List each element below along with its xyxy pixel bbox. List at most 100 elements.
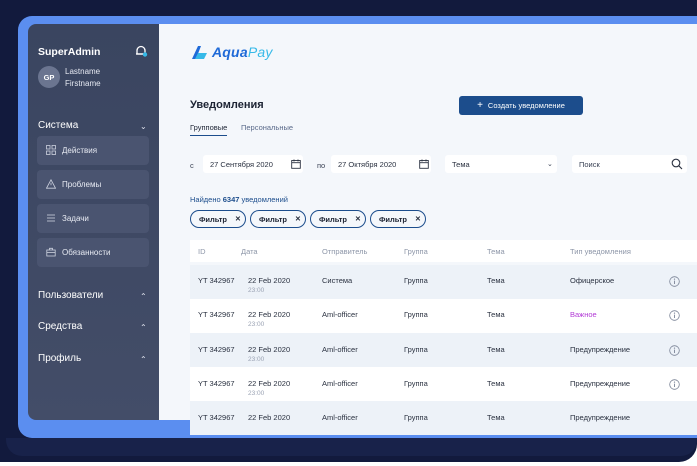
grid-icon xyxy=(46,145,56,155)
sidebar: SuperAdmin GP Lastname Firstname Система… xyxy=(28,24,159,420)
cell-sender: Aml-officer xyxy=(322,345,358,354)
filter-chip[interactable]: Фильтр ✕ xyxy=(190,210,246,228)
tab-group[interactable]: Групповые xyxy=(190,123,228,136)
filter-chip[interactable]: Фильтр ✕ xyxy=(310,210,366,228)
chevron-up-icon[interactable]: ⌃ xyxy=(140,292,147,301)
cell-topic: Тема xyxy=(487,413,505,422)
filter-chip[interactable]: Фильтр ✕ xyxy=(250,210,306,228)
date-to-label: по xyxy=(317,161,326,170)
cell-id: YT 342967 xyxy=(198,310,235,319)
cell-date: 22 Feb 2020 xyxy=(248,413,291,422)
chevron-up-icon[interactable]: ⌃ xyxy=(140,355,147,364)
list-icon xyxy=(47,214,55,222)
sidebar-item-tasks[interactable]: Задачи xyxy=(37,204,149,233)
cell-topic: Тема xyxy=(487,276,505,285)
cell-topic: Тема xyxy=(487,310,505,319)
sidebar-section-system[interactable]: Система xyxy=(38,120,78,131)
cell-type: Предупреждение xyxy=(570,345,631,354)
calendar-icon[interactable] xyxy=(419,159,429,169)
info-icon[interactable] xyxy=(669,310,680,321)
chip-label: Фильтр xyxy=(199,214,227,224)
results-prefix: Найдено xyxy=(190,195,221,204)
cell-type: Важное xyxy=(570,310,597,319)
sidebar-section-users[interactable]: Пользователи xyxy=(38,290,103,301)
column-header-group: Группа xyxy=(404,247,428,256)
cell-time: 23:00 xyxy=(248,356,265,363)
user-firstname: Firstname xyxy=(65,79,101,88)
cell-date: 22 Feb 2020 xyxy=(248,276,291,285)
sidebar-section-funds[interactable]: Средства xyxy=(38,321,82,332)
date-to-input[interactable]: 27 Октября 2020 xyxy=(331,155,431,173)
logo-mark-icon xyxy=(192,45,207,59)
briefcase-icon xyxy=(46,247,56,257)
info-icon[interactable] xyxy=(669,345,680,356)
cell-group: Группа xyxy=(404,345,428,354)
close-icon[interactable]: ✕ xyxy=(235,215,241,223)
cell-date: 22 Feb 2020 xyxy=(248,310,291,319)
page-title: Уведомления xyxy=(190,99,264,111)
results-number: 6347 xyxy=(222,195,240,204)
filter-chip[interactable]: Фильтр ✕ xyxy=(370,210,426,228)
search-input[interactable]: Поиск xyxy=(572,155,687,173)
close-icon[interactable]: ✕ xyxy=(415,215,421,223)
column-header-id: ID xyxy=(198,247,206,256)
info-icon[interactable] xyxy=(669,276,680,287)
brand-logo[interactable]: AquaPay xyxy=(190,42,273,62)
cell-sender: Aml-officer xyxy=(322,379,358,388)
cell-type: Предупреждение xyxy=(570,413,631,422)
chip-label: Фильтр xyxy=(259,214,287,224)
column-header-topic: Тема xyxy=(487,247,505,256)
results-count: Найдено 6347 уведомлений xyxy=(190,195,288,204)
tab-personal[interactable]: Персональные xyxy=(241,123,293,132)
sidebar-item-label: Действия xyxy=(62,146,98,155)
results-suffix: уведомлений xyxy=(241,195,288,204)
chevron-up-icon[interactable]: ⌃ xyxy=(140,323,147,332)
cell-group: Группа xyxy=(404,310,428,319)
sidebar-item-problems[interactable]: Проблемы xyxy=(37,170,149,199)
sidebar-item-label: Обязанности xyxy=(62,248,111,257)
close-icon[interactable]: ✕ xyxy=(295,215,301,223)
sidebar-item-duties[interactable]: Обязанности xyxy=(37,238,149,267)
cell-sender: Система xyxy=(322,276,353,285)
brand-name-pay: Pay xyxy=(247,44,273,60)
chevron-down-icon[interactable]: ⌄ xyxy=(140,122,147,131)
cell-id: YT 342967 xyxy=(198,345,235,354)
cell-sender: Aml-officer xyxy=(322,310,358,319)
info-icon[interactable] xyxy=(669,379,680,390)
sidebar-item-label: Проблемы xyxy=(62,180,102,189)
plus-icon: + xyxy=(477,100,483,111)
chip-label: Фильтр xyxy=(379,214,407,224)
sidebar-item-label: Задачи xyxy=(62,214,89,223)
cell-sender: Aml-officer xyxy=(322,413,358,422)
cell-type: Офицерское xyxy=(570,276,615,285)
brand-name-aqua: Aqua xyxy=(212,44,248,60)
cell-group: Группа xyxy=(404,379,428,388)
cell-group: Группа xyxy=(404,413,428,422)
chevron-down-icon[interactable]: ⌄ xyxy=(547,160,553,168)
create-notification-button[interactable]: + Создать уведомление xyxy=(459,96,583,115)
sidebar-section-profile[interactable]: Профиль xyxy=(38,353,81,364)
main-content: AquaPay Уведомления + Создать уведомлени… xyxy=(159,24,697,435)
cell-time: 23:00 xyxy=(248,390,265,397)
topic-select[interactable]: Тема xyxy=(445,155,557,173)
user-name: Lastname Firstname xyxy=(65,66,101,90)
calendar-icon[interactable] xyxy=(291,159,301,169)
close-icon[interactable]: ✕ xyxy=(355,215,361,223)
column-header-date: Дата xyxy=(241,247,258,256)
cell-id: YT 342967 xyxy=(198,276,235,285)
user-lastname: Lastname xyxy=(65,67,101,76)
warning-icon xyxy=(46,179,56,189)
device-frame-bottom xyxy=(6,438,697,456)
bell-icon[interactable] xyxy=(134,44,148,58)
column-header-sender: Отправитель xyxy=(322,247,368,256)
date-from-input[interactable]: 27 Сентября 2020 xyxy=(203,155,303,173)
avatar[interactable]: GP xyxy=(38,66,60,88)
cell-topic: Тема xyxy=(487,379,505,388)
cell-date: 22 Feb 2020 xyxy=(248,345,291,354)
chip-label: Фильтр xyxy=(319,214,347,224)
column-header-type: Тип уведомления xyxy=(570,247,631,256)
cell-id: YT 342967 xyxy=(198,379,235,388)
search-icon[interactable] xyxy=(671,158,683,170)
sidebar-item-actions[interactable]: Действия xyxy=(37,136,149,165)
cell-group: Группа xyxy=(404,276,428,285)
